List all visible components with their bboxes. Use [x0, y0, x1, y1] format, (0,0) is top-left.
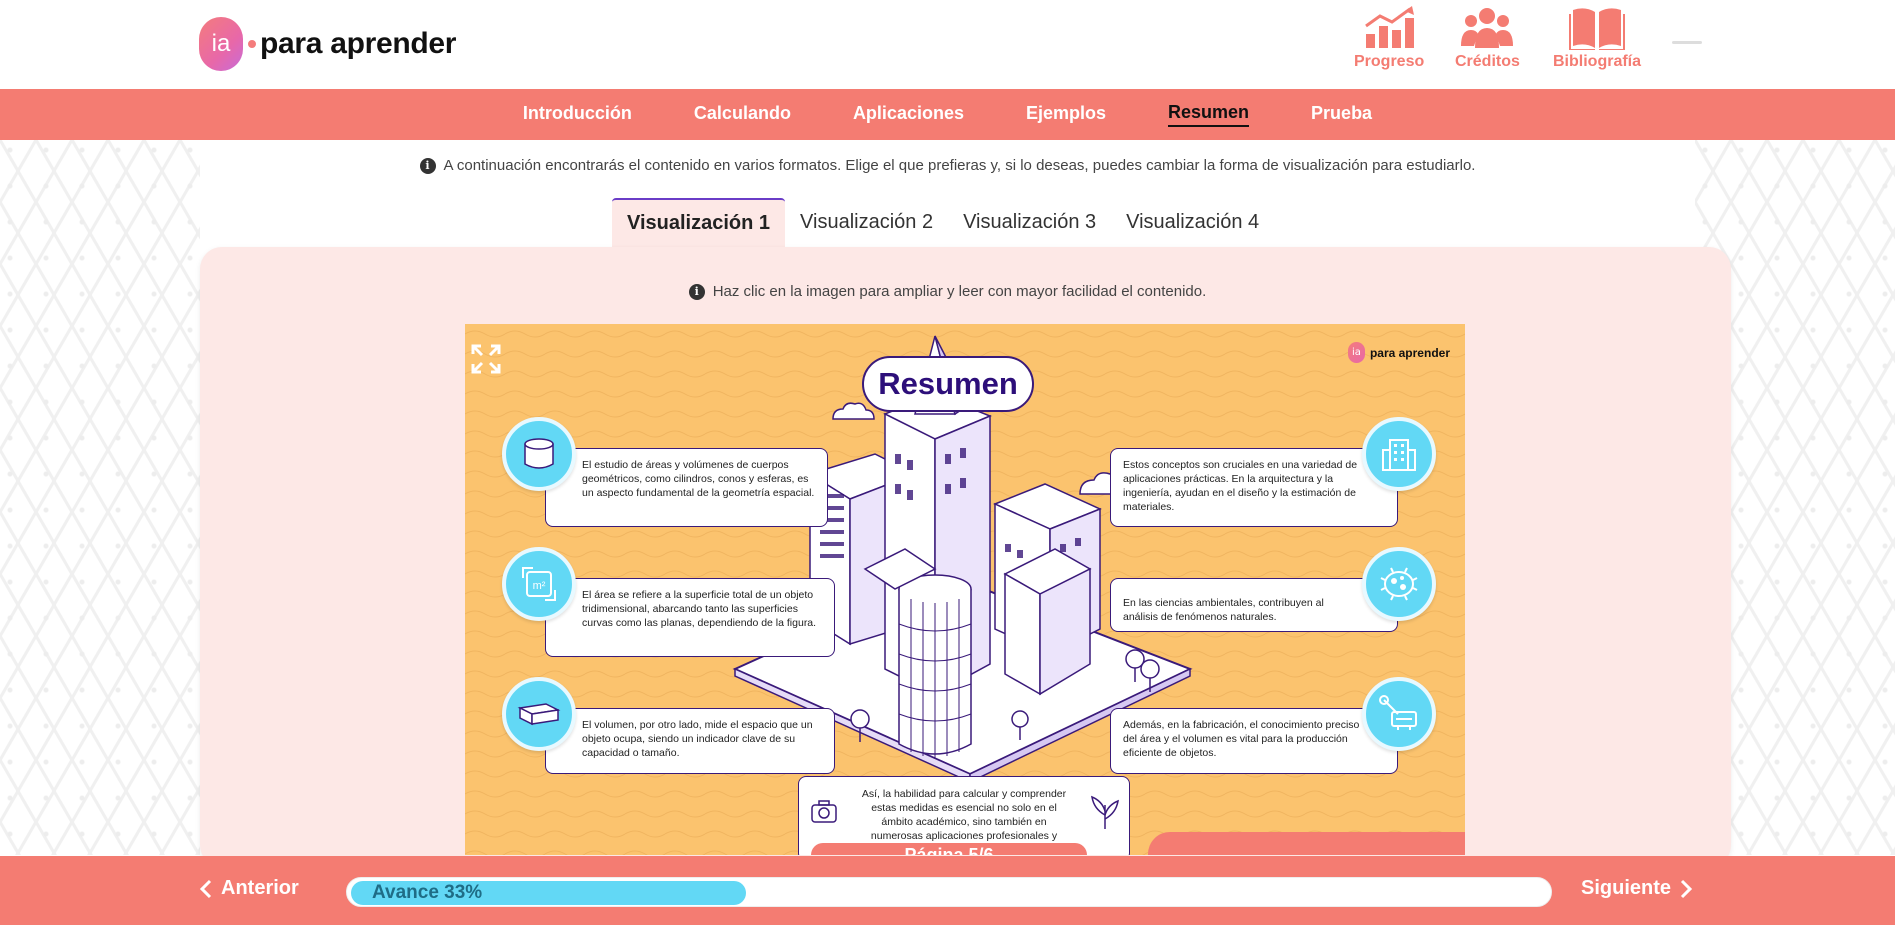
- tab-visualizacion-1[interactable]: Visualización 1: [612, 198, 786, 247]
- previous-button-label: Anterior: [221, 877, 299, 899]
- panel-info: i Haz clic en la imagen para ampliar y le…: [0, 283, 1895, 300]
- logo-text: para aprender: [260, 27, 457, 60]
- nav-item-resumen[interactable]: Resumen: [1168, 102, 1250, 127]
- infographic-logo-badge: ia: [1347, 342, 1365, 363]
- cylinder-icon: [502, 417, 576, 491]
- footer-bar: Anterior Avance 33% Siguiente: [0, 856, 1895, 925]
- box-volume-icon: [502, 677, 576, 751]
- info-icon: i: [419, 158, 436, 174]
- tab-visualizacion-2[interactable]: Visualización 2: [785, 198, 948, 247]
- open-book-icon: [1569, 8, 1625, 50]
- progress-link-label: Progreso: [1354, 53, 1425, 70]
- chevron-left-icon: [199, 879, 212, 898]
- page-indicator: Página 5/6: [811, 843, 1087, 855]
- microorganism-icon: [1362, 547, 1436, 621]
- credits-link-label: Créditos: [1455, 53, 1520, 70]
- section-nav: Introducción Calculando Aplicaciones Eje…: [0, 89, 1895, 140]
- tab-visualizacion-3[interactable]: Visualización 3: [948, 198, 1111, 247]
- chart-growth-icon: [1365, 6, 1415, 48]
- progress-link[interactable]: Progreso: [1354, 6, 1424, 71]
- summary-card-geometry: El estudio de áreas y volúmenes de cuerp…: [545, 448, 828, 527]
- chevron-right-icon: [1680, 879, 1693, 898]
- summary-card-manufacturing: Además, en la fabricación, el conocimien…: [1110, 708, 1398, 774]
- svg-text:m²: m²: [533, 580, 546, 592]
- summary-infographic[interactable]: ia para aprender Resumen El estudio de á…: [465, 324, 1465, 855]
- nav-item-ejemplos[interactable]: Ejemplos: [1026, 103, 1106, 126]
- menu-toggle[interactable]: [1672, 41, 1702, 44]
- summary-card-applications: Estos conceptos son cruciales en una var…: [1110, 448, 1398, 527]
- area-measure-icon: m²: [502, 547, 576, 621]
- bibliography-link[interactable]: Bibliografía: [1553, 6, 1641, 71]
- bibliography-link-label: Bibliografía: [1553, 53, 1642, 70]
- previous-button[interactable]: Anterior: [199, 877, 299, 900]
- tab-visualizacion-4[interactable]: Visualización 4: [1111, 198, 1274, 247]
- intro-info: i A continuación encontrarás el contenido…: [0, 157, 1895, 174]
- nav-item-introduccion[interactable]: Introducción: [523, 103, 632, 126]
- visualization-tabs: Visualización 1 Visualización 2 Visualiz…: [612, 198, 1274, 247]
- credits-link[interactable]: Créditos: [1455, 6, 1520, 71]
- infographic-logo-text: para aprender: [1369, 345, 1450, 360]
- nav-item-prueba[interactable]: Prueba: [1311, 103, 1372, 126]
- summary-card-area: El área se refiere a la superficie total…: [545, 578, 835, 657]
- plant-icon: [1091, 795, 1119, 829]
- infographic-corner-band: [1148, 832, 1465, 855]
- info-icon: i: [688, 284, 705, 300]
- next-button[interactable]: Siguiente: [1581, 877, 1693, 900]
- logo-badge: ia: [199, 17, 243, 71]
- panel-info-text: Haz clic en la imagen para ampliar y lee…: [712, 283, 1207, 300]
- progress-bar: Avance 33%: [346, 877, 1552, 907]
- logo-dot: [248, 40, 256, 48]
- next-button-label: Siguiente: [1581, 877, 1672, 899]
- intro-info-text: A continuación encontrarás el contenido …: [443, 157, 1476, 174]
- camera-icon: [811, 800, 837, 823]
- background-pattern-left: [0, 140, 200, 855]
- people-group-icon: [1461, 8, 1514, 48]
- building-icon: [1362, 417, 1436, 491]
- summary-card-environment: En las ciencias ambientales, contribuyen…: [1110, 578, 1398, 632]
- progress-label: Avance 33%: [372, 882, 483, 903]
- nav-item-calculando[interactable]: Calculando: [694, 103, 791, 126]
- infographic-title: Resumen: [862, 356, 1034, 412]
- infographic-logo: ia para aprender: [1347, 342, 1450, 363]
- tools-icon: [1362, 677, 1436, 751]
- nav-item-aplicaciones[interactable]: Aplicaciones: [853, 103, 964, 126]
- summary-card-volume: El volumen, por otro lado, mide el espac…: [545, 708, 835, 774]
- header: ia para aprender Progreso Créditos Bibli…: [0, 0, 1895, 89]
- brand-logo[interactable]: ia para aprender: [199, 17, 456, 71]
- expand-icon[interactable]: [471, 344, 501, 374]
